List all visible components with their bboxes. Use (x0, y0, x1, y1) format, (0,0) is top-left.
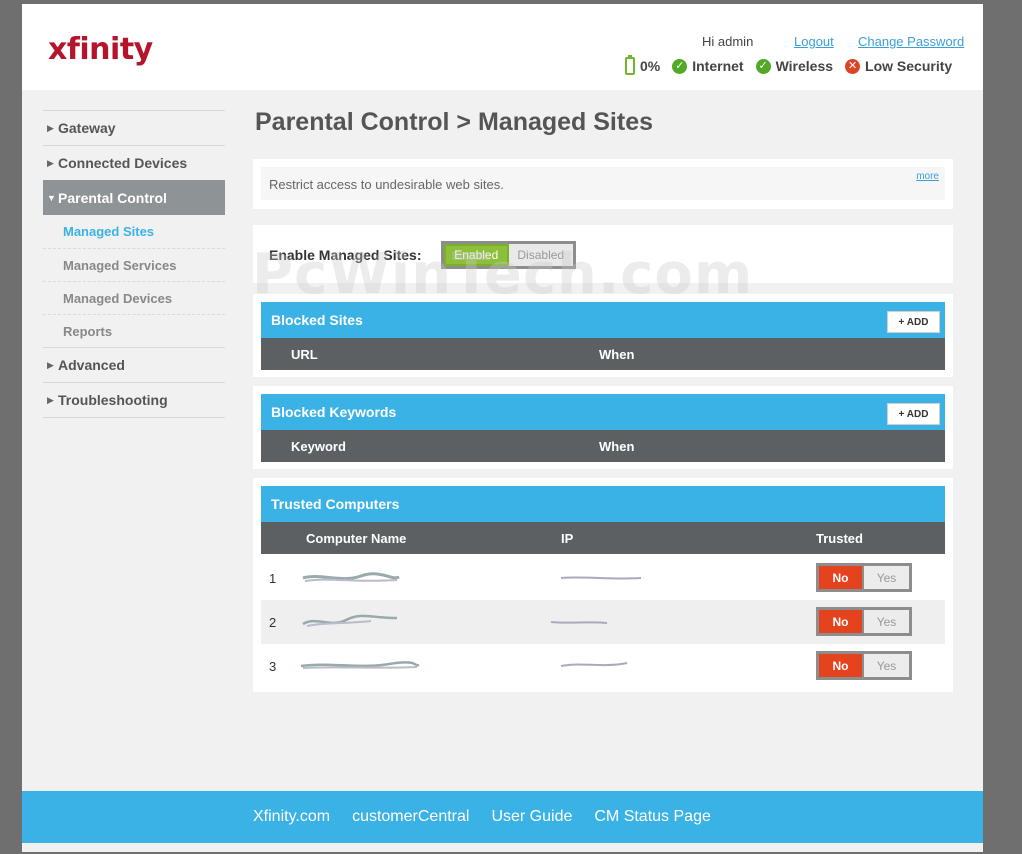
battery-status: 0% (625, 55, 661, 75)
page-title: Parental Control > Managed Sites (255, 108, 654, 136)
sidebar-item-label: Gateway (58, 120, 116, 136)
sidebar-item-label: Advanced (58, 357, 125, 373)
status-bar: 0% ✓ Internet ✓ Wireless ✕ Low Security (625, 55, 952, 75)
trusted-computers-header: Trusted Computers (261, 486, 945, 522)
sidebar-subitem-reports[interactable]: Reports (43, 314, 225, 347)
row-number: 1 (269, 571, 277, 586)
trusted-no-option[interactable]: No (819, 566, 862, 589)
header: xfinity Hi admin Logout Change Password … (22, 4, 983, 90)
trusted-computers-panel: Trusted Computers Computer Name IP Trust… (253, 478, 953, 692)
sidebar-nav: ▶ Gateway ▶ Connected Devices ▼ Parental… (43, 110, 225, 418)
row-number: 3 (269, 659, 277, 674)
sidebar-subitem-managed-devices[interactable]: Managed Devices (43, 281, 225, 314)
footer-link-cm-status-page[interactable]: CM Status Page (594, 808, 711, 826)
wireless-status: ✓ Wireless (755, 58, 834, 74)
add-blocked-keyword-button[interactable]: + ADD (887, 403, 940, 425)
greeting: Hi admin (702, 34, 754, 49)
sidebar-item-label: Troubleshooting (58, 392, 168, 408)
row-number: 2 (269, 615, 277, 630)
redacted-ip (560, 662, 628, 667)
enable-toggle[interactable]: Enabled Disabled (441, 241, 576, 269)
column-header-computer-name: Computer Name (306, 531, 407, 546)
redacted-ip (550, 621, 608, 624)
redacted-computer-name (300, 661, 420, 669)
blocked-sites-panel: Blocked Sites + ADD URL When (253, 294, 953, 377)
enable-managed-sites-label: Enable Managed Sites: (269, 247, 422, 263)
check-icon: ✓ (755, 58, 771, 74)
footer-links: Xfinity.com customerCentral User Guide C… (253, 808, 733, 826)
sidebar-item-connected-devices[interactable]: ▶ Connected Devices (43, 145, 225, 180)
chevron-right-icon: ▶ (47, 394, 54, 405)
description-text: Restrict access to undesirable web sites… (269, 177, 504, 192)
internet-status: ✓ Internet (672, 58, 744, 74)
change-password-link[interactable]: Change Password (858, 34, 964, 49)
footer: Xfinity.com customerCentral User Guide C… (22, 791, 983, 843)
add-blocked-site-button[interactable]: + ADD (887, 311, 940, 333)
chevron-down-icon: ▼ (47, 193, 56, 203)
sidebar-divider (43, 417, 225, 418)
security-label: Low Security (865, 58, 953, 74)
trusted-yes-option[interactable]: Yes (864, 654, 909, 677)
trusted-toggle[interactable]: No Yes (816, 607, 912, 636)
table-row: 3 No Yes (261, 644, 945, 688)
footer-link-user-guide[interactable]: User Guide (491, 808, 572, 826)
toggle-disabled-option[interactable]: Disabled (508, 244, 573, 266)
blocked-sites-header: Blocked Sites + ADD (261, 302, 945, 338)
logout-link[interactable]: Logout (794, 34, 834, 49)
column-header-when: When (599, 439, 635, 454)
blocked-sites-columns: URL When (261, 338, 945, 370)
trusted-toggle[interactable]: No Yes (816, 651, 912, 680)
security-status: ✕ Low Security (845, 58, 952, 74)
table-row: 2 No Yes (261, 600, 945, 644)
app-frame: xfinity Hi admin Logout Change Password … (22, 4, 983, 852)
x-circle-icon: ✕ (845, 58, 861, 74)
footer-link-customer-central[interactable]: customerCentral (352, 808, 469, 826)
sidebar-item-label: Parental Control (58, 190, 167, 206)
column-header-keyword: Keyword (291, 439, 346, 454)
blocked-keywords-columns: Keyword When (261, 430, 945, 462)
description-box: Restrict access to undesirable web sites… (261, 167, 945, 200)
sidebar-subitem-managed-sites[interactable]: Managed Sites (43, 215, 225, 248)
redacted-computer-name (302, 614, 398, 627)
trusted-yes-option[interactable]: Yes (864, 566, 909, 589)
enable-panel: Enable Managed Sites: Enabled Disabled (253, 225, 953, 283)
sidebar-item-label: Connected Devices (58, 155, 188, 171)
footer-link-xfinity[interactable]: Xfinity.com (253, 808, 330, 826)
table-row: 1 No Yes (261, 556, 945, 600)
blocked-keywords-header: Blocked Keywords + ADD (261, 394, 945, 430)
column-header-ip: IP (561, 531, 574, 546)
trusted-yes-option[interactable]: Yes (864, 610, 909, 633)
blocked-keywords-title: Blocked Keywords (271, 404, 397, 420)
sidebar-item-advanced[interactable]: ▶ Advanced (43, 347, 225, 382)
trusted-toggle[interactable]: No Yes (816, 563, 912, 592)
xfinity-logo[interactable]: xfinity (48, 32, 153, 67)
trusted-computers-title: Trusted Computers (271, 496, 400, 512)
check-icon: ✓ (672, 58, 688, 74)
chevron-right-icon: ▶ (47, 122, 54, 133)
column-header-trusted: Trusted (816, 531, 863, 546)
redacted-ip (560, 576, 642, 580)
trusted-computers-columns: Computer Name IP Trusted (261, 522, 945, 554)
trusted-no-option[interactable]: No (819, 654, 862, 677)
chevron-right-icon: ▶ (47, 359, 54, 370)
wireless-label: Wireless (775, 58, 834, 74)
sidebar-subitem-managed-services[interactable]: Managed Services (43, 248, 225, 281)
chevron-right-icon: ▶ (47, 157, 54, 168)
internet-label: Internet (692, 58, 744, 74)
sidebar-item-gateway[interactable]: ▶ Gateway (43, 110, 225, 145)
column-header-url: URL (291, 347, 318, 362)
blocked-keywords-panel: Blocked Keywords + ADD Keyword When (253, 386, 953, 469)
trusted-no-option[interactable]: No (819, 610, 862, 633)
sidebar-item-troubleshooting[interactable]: ▶ Troubleshooting (43, 382, 225, 417)
column-header-when: When (599, 347, 635, 362)
battery-icon (625, 55, 635, 75)
more-link[interactable]: more (916, 171, 939, 182)
battery-label: 0% (640, 58, 661, 74)
sidebar-item-parental-control[interactable]: ▼ Parental Control (43, 180, 225, 215)
description-panel: Restrict access to undesirable web sites… (253, 159, 953, 209)
toggle-enabled-option[interactable]: Enabled (444, 244, 509, 266)
blocked-sites-title: Blocked Sites (271, 312, 363, 328)
redacted-computer-name (302, 572, 400, 582)
